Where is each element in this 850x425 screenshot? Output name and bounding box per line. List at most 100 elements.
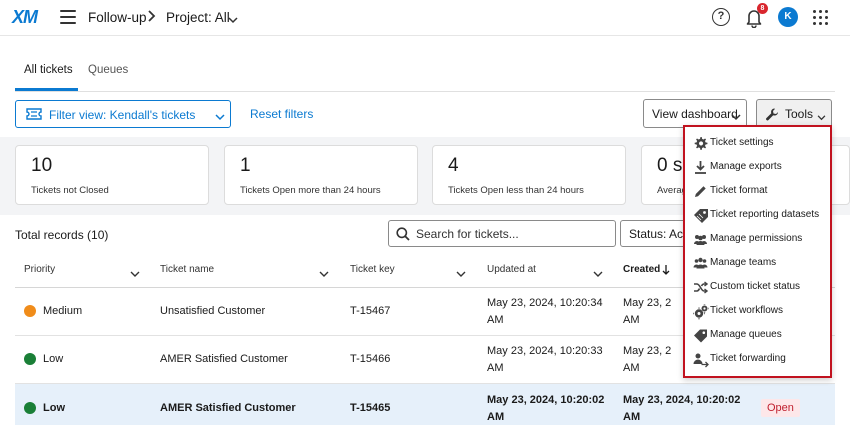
menu-item-label: Ticket reporting datasets [710, 209, 820, 220]
breadcrumb-chevron-right-icon [148, 10, 156, 25]
chevron-down-icon[interactable] [593, 267, 603, 281]
menu-item-label: Manage exports [710, 161, 782, 172]
column-header-ticket-name[interactable]: Ticket name [160, 264, 214, 275]
users-icon [693, 232, 708, 247]
tools-button[interactable]: Tools [756, 99, 832, 128]
stat-value: 0 s [657, 155, 683, 176]
menu-item-ticket-forwarding[interactable]: Ticket forwarding [689, 349, 829, 371]
tools-dropdown-menu: Ticket settings Manage exports Ticket fo… [683, 125, 832, 378]
stat-value: 10 [31, 155, 53, 176]
priority-dot [24, 305, 36, 317]
notification-badge: 8 [757, 3, 768, 14]
ticket-name[interactable]: AMER Satisfied Customer [160, 402, 296, 414]
updated-at-date: May 23, 2024, 10:20:34 [487, 297, 603, 309]
team-icon [693, 256, 708, 271]
updated-at-ampm: AM [487, 411, 505, 423]
xm-logo[interactable]: XM [12, 7, 38, 28]
menu-item-label: Ticket format [710, 185, 768, 196]
shuffle-icon [693, 280, 709, 295]
menu-item-label: Ticket workflows [710, 305, 783, 316]
menu-item-manage-exports[interactable]: Manage exports [689, 157, 829, 179]
tab-queues[interactable]: Queues [88, 64, 128, 76]
chevron-down-icon[interactable] [228, 13, 238, 24]
created-at: May 23, 2024, 10:20:02 AM [623, 392, 740, 425]
column-header-created[interactable]: Created [623, 264, 660, 275]
filter-view-label: Filter view: Kendall's tickets [49, 108, 196, 122]
updated-at-ampm: AM [487, 314, 504, 326]
priority-label: Low [43, 402, 65, 414]
stat-value: 4 [448, 155, 459, 176]
created-at-ampm: AM [623, 411, 641, 423]
sort-descending-icon[interactable] [662, 264, 670, 278]
priority-dot [24, 353, 36, 365]
updated-at-date: May 23, 2024, 10:20:02 [487, 394, 605, 406]
tools-label: Tools [785, 107, 814, 121]
tab-all-tickets[interactable]: All tickets [24, 64, 73, 76]
breadcrumb-app[interactable]: Follow-up [88, 10, 147, 25]
stat-card: 10 Tickets not Closed [15, 145, 209, 205]
project-selector[interactable]: Project: All [166, 10, 230, 25]
stat-label: Tickets Open more than 24 hours [240, 185, 381, 196]
menu-item-manage-permissions[interactable]: Manage permissions [689, 229, 829, 251]
menu-item-ticket-format[interactable]: Ticket format [689, 181, 829, 203]
avatar[interactable]: K [778, 7, 798, 27]
updated-at-date: May 23, 2024, 10:20:33 [487, 345, 603, 357]
reset-filters-link[interactable]: Reset filters [250, 107, 313, 121]
stat-card: 1 Tickets Open more than 24 hours [224, 145, 418, 205]
menu-item-ticket-settings[interactable]: Ticket settings [689, 133, 829, 155]
view-dashboard-button[interactable]: View dashboard [643, 99, 747, 128]
created-at-date: May 23, 2024, 10:20:02 [623, 394, 741, 406]
stat-label: Tickets not Closed [31, 185, 109, 196]
created-at-ampm: AM [623, 362, 640, 374]
priority-label: Medium [43, 305, 83, 317]
search-input[interactable] [416, 225, 611, 243]
created-at: May 23, 2 AM [623, 343, 671, 377]
wrench-icon [765, 107, 780, 125]
column-header-priority[interactable]: Priority [24, 264, 55, 275]
gears-icon [693, 304, 709, 320]
ticket-name[interactable]: AMER Satisfied Customer [160, 353, 288, 365]
total-records: Total records (10) [15, 228, 109, 242]
ticket-icon [26, 108, 42, 123]
hamburger-menu-icon[interactable] [60, 10, 76, 24]
filter-view-dropdown[interactable]: Filter view: Kendall's tickets [15, 100, 231, 128]
column-header-updated-at[interactable]: Updated at [487, 264, 536, 275]
gear-icon [693, 136, 708, 151]
menu-item-ticket-reporting-datasets[interactable]: Ticket reporting datasets [689, 205, 829, 227]
updated-at-ampm: AM [487, 362, 504, 374]
chevron-down-icon [817, 110, 826, 124]
created-at: May 23, 2 AM [623, 295, 671, 329]
chevron-down-icon[interactable] [130, 267, 140, 281]
menu-item-manage-teams[interactable]: Manage teams [689, 253, 829, 275]
ticket-key: T-15465 [350, 402, 391, 414]
menu-item-label: Manage teams [710, 257, 777, 268]
download-icon [693, 160, 708, 175]
pencil-icon [693, 184, 708, 199]
tag-icon [693, 208, 708, 223]
priority-dot [24, 402, 36, 414]
chevron-down-icon [731, 110, 741, 124]
stat-value: 1 [240, 155, 251, 176]
help-icon[interactable]: ? [712, 8, 730, 26]
priority-label: Low [43, 353, 64, 365]
stat-card: 4 Tickets Open less than 24 hours [432, 145, 626, 205]
column-header-ticket-key[interactable]: Ticket key [350, 264, 395, 275]
apps-grid-icon[interactable] [813, 10, 828, 25]
search-box[interactable] [388, 220, 616, 247]
updated-at: May 23, 2024, 10:20:34 AM [487, 295, 603, 329]
menu-item-manage-queues[interactable]: Manage queues [689, 325, 829, 347]
menu-item-label: Manage permissions [710, 233, 803, 244]
chevron-down-icon[interactable] [456, 267, 466, 281]
ticket-name[interactable]: Unsatisfied Customer [160, 305, 265, 317]
user-forward-icon [693, 352, 709, 368]
menu-item-ticket-workflows[interactable]: Ticket workflows [689, 301, 829, 323]
updated-at: May 23, 2024, 10:20:33 AM [487, 343, 603, 377]
status-badge: Open [761, 399, 800, 417]
stat-label: Tickets Open less than 24 hours [448, 185, 584, 196]
view-dashboard-label: View dashboard [652, 107, 738, 121]
ticket-key: T-15467 [350, 305, 391, 317]
menu-item-custom-ticket-status[interactable]: Custom ticket status [689, 277, 829, 299]
chevron-down-icon[interactable] [319, 267, 329, 281]
created-at-date: May 23, 2 [623, 345, 672, 357]
tabs-divider [15, 91, 835, 92]
